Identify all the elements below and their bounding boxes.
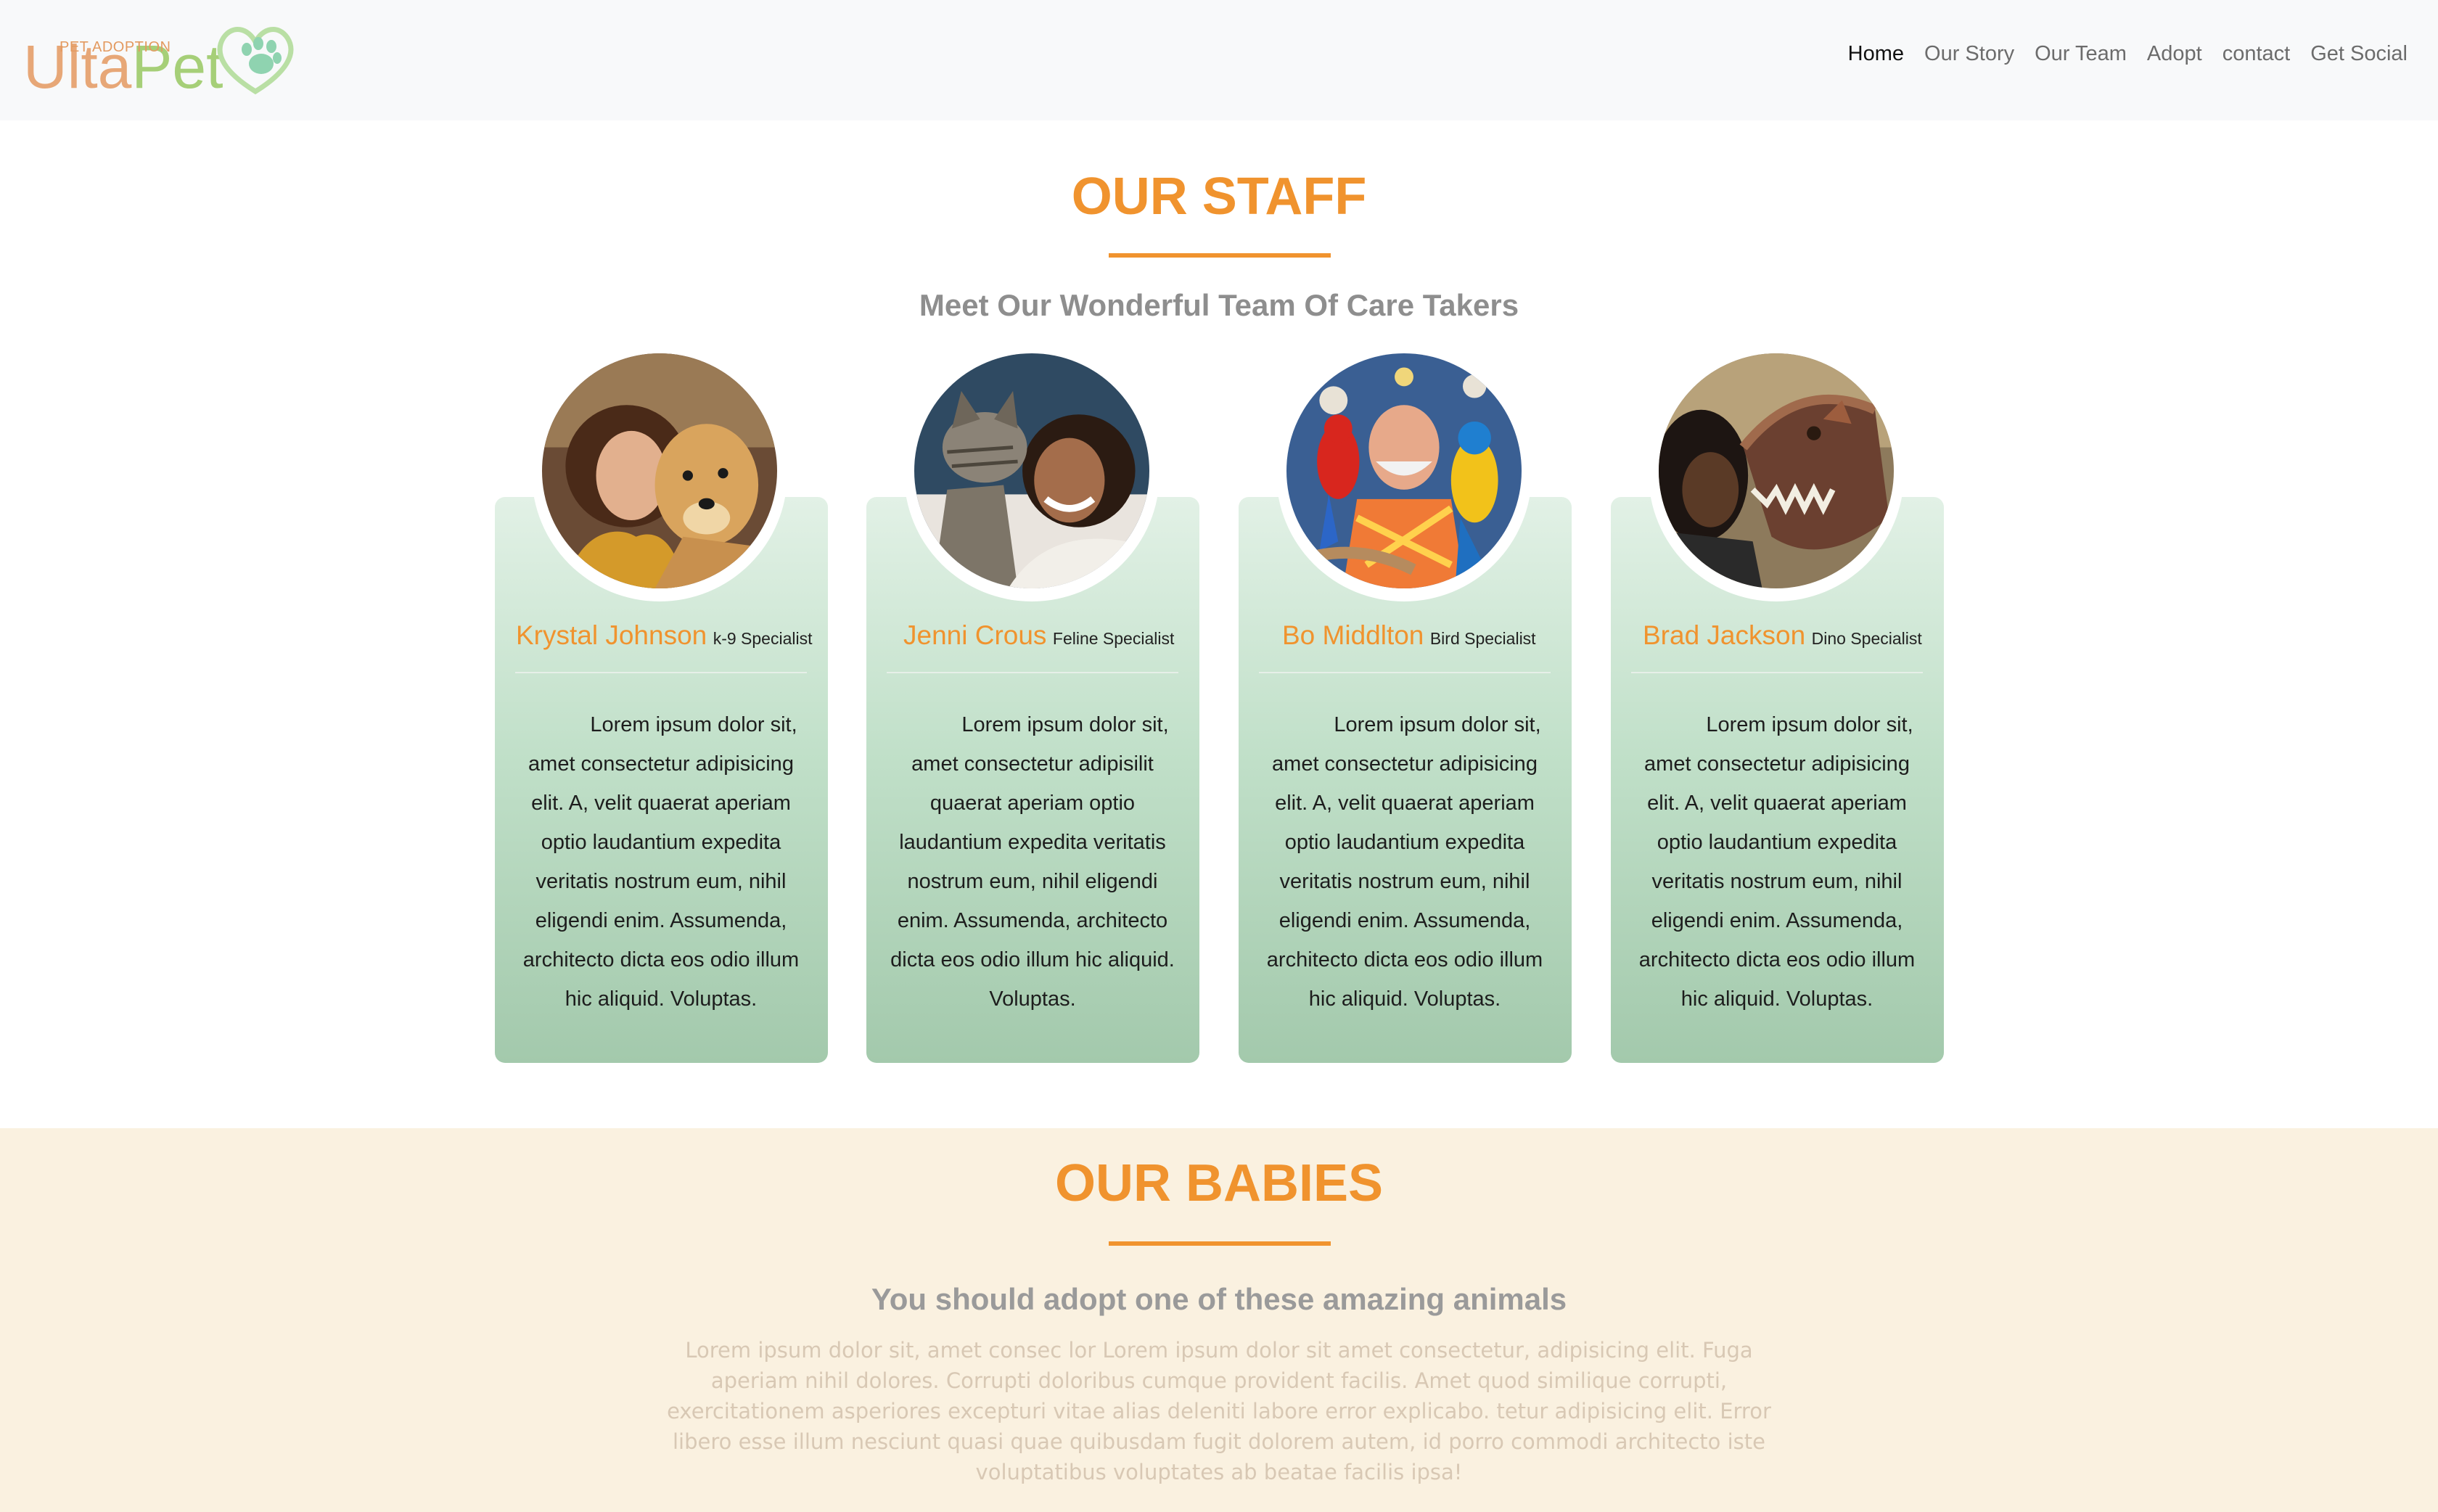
logo-tagline: PET ADOPTION xyxy=(59,39,171,55)
staff-bio: Lorem ipsum dolor sit, amet consectetur … xyxy=(522,713,800,1011)
babies-subtitle: You should adopt one of these amazing an… xyxy=(871,1282,1567,1316)
staff-photo-ring xyxy=(1276,346,1532,601)
staff-card-heading: Krystal Johnson k-9 Specialist xyxy=(516,620,812,651)
staff-card-divider xyxy=(515,672,807,673)
nav-link-get-social[interactable]: Get Social xyxy=(2310,42,2408,66)
nav-link-our-team[interactable]: Our Team xyxy=(2035,42,2127,66)
staff-photo-person-with-dinosaur xyxy=(1659,353,1894,588)
staff-card-divider xyxy=(887,672,1178,673)
staff-bio: Lorem ipsum dolor sit, amet consectetur … xyxy=(1266,713,1543,1011)
nav-link-adopt[interactable]: Adopt xyxy=(2147,42,2202,66)
staff-role: k-9 Specialist xyxy=(713,629,813,648)
staff-photo-ring xyxy=(532,346,787,601)
staff-photo-ring xyxy=(904,346,1160,601)
staff-photo-ring xyxy=(1649,346,1904,601)
staff-name: Krystal Johnson xyxy=(516,620,707,650)
staff-role: Dino Specialist xyxy=(1811,629,1922,648)
nav-links: Home Our Story Our Team Adopt contact Ge… xyxy=(1848,42,2408,66)
staff-name: Jenni Crous xyxy=(903,620,1047,650)
babies-title: OUR BABIES xyxy=(1054,1154,1384,1212)
staff-photo-woman-with-golden-retriever xyxy=(542,353,777,588)
staff-photo-man-with-macaws xyxy=(1286,353,1522,588)
staff-card-heading: Jenni Crous Feline Specialist xyxy=(903,620,1174,651)
staff-name: Brad Jackson xyxy=(1643,620,1806,650)
paw-heart-icon xyxy=(210,16,305,103)
staff-photo-woman-with-tabby-cat xyxy=(914,353,1149,588)
staff-name: Bo Middlton xyxy=(1282,620,1424,650)
staff-card-heading: Bo Middlton Bird Specialist xyxy=(1282,620,1536,651)
staff-title-rule xyxy=(1109,253,1331,258)
babies-title-rule xyxy=(1109,1241,1331,1246)
logo[interactable]: UltaPet PET ADOPTION xyxy=(22,16,294,106)
staff-title: OUR STAFF xyxy=(1071,168,1367,226)
staff-role: Feline Specialist xyxy=(1052,629,1175,648)
navbar: UltaPet PET ADOPTION Home Our Story Our … xyxy=(0,0,2438,120)
staff-bio: Lorem ipsum dolor sit, amet consectetur … xyxy=(890,713,1175,1011)
staff-card-divider xyxy=(1259,672,1551,673)
staff-subtitle: Meet Our Wonderful Team Of Care Takers xyxy=(919,288,1519,322)
staff-card-divider xyxy=(1631,672,1923,673)
staff-card-heading: Brad Jackson Dino Specialist xyxy=(1643,620,1922,651)
nav-link-home[interactable]: Home xyxy=(1848,42,1904,66)
babies-intro-paragraph: Lorem ipsum dolor sit, amet consec lor L… xyxy=(667,1338,1771,1484)
staff-bio: Lorem ipsum dolor sit, amet consectetur … xyxy=(1638,713,1916,1011)
nav-link-our-story[interactable]: Our Story xyxy=(1924,42,2014,66)
staff-role: Bird Specialist xyxy=(1429,629,1536,648)
nav-link-contact[interactable]: contact xyxy=(2222,42,2291,66)
